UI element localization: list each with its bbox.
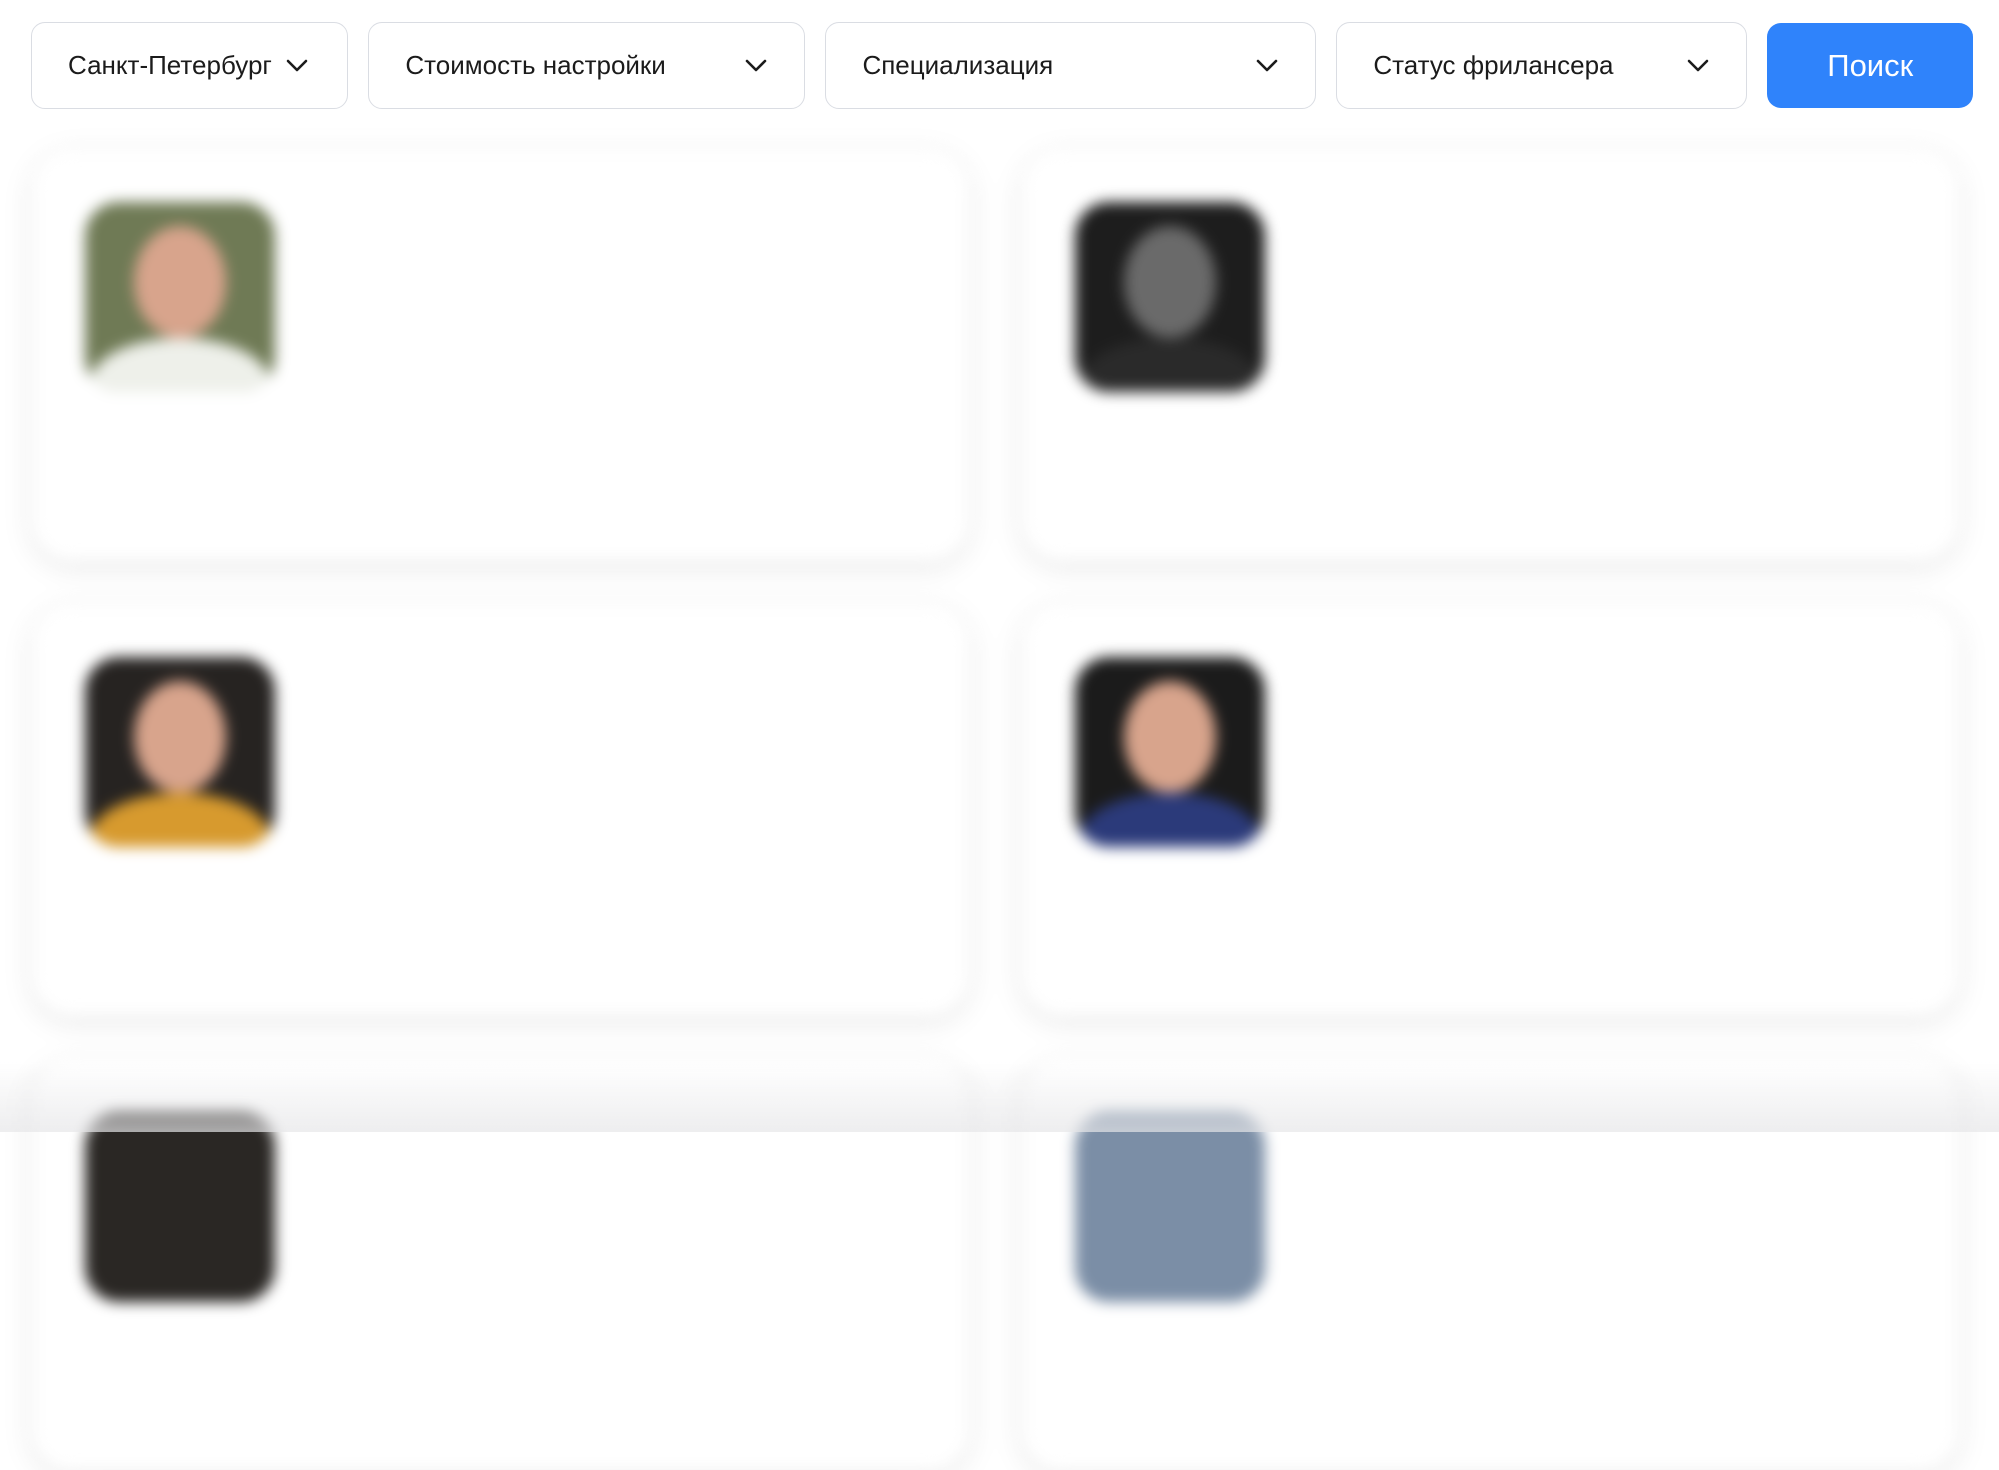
avatar-face [134, 226, 226, 338]
avatar [85, 202, 275, 392]
avatar-face [1124, 226, 1216, 338]
search-button[interactable]: Поиск [1767, 23, 1973, 108]
specialization-dropdown-value: Специализация [862, 50, 1053, 81]
avatar-shoulders [90, 793, 270, 847]
avatar-face [134, 681, 226, 793]
avatar-shoulders [1080, 793, 1260, 847]
filter-bar: Санкт-Петербург Стоимость настройки Спец… [31, 22, 1973, 109]
scroll-fade [0, 1062, 1999, 1132]
avatar [1075, 1112, 1265, 1302]
freelancer-card[interactable] [33, 605, 968, 1015]
avatar-shoulders [1080, 338, 1260, 392]
avatar-shoulders [90, 338, 270, 392]
freelancer-card[interactable] [1023, 605, 1958, 1015]
avatar [85, 657, 275, 847]
avatar [1075, 202, 1265, 392]
cost-dropdown[interactable]: Стоимость настройки [368, 22, 805, 109]
chevron-down-icon [744, 58, 768, 74]
chevron-down-icon [1255, 58, 1279, 74]
specialization-dropdown[interactable]: Специализация [825, 22, 1316, 109]
avatar-face [1124, 681, 1216, 793]
cost-dropdown-value: Стоимость настройки [405, 50, 665, 81]
chevron-down-icon [285, 58, 309, 74]
avatar [85, 1112, 275, 1302]
freelancer-card[interactable] [1023, 150, 1958, 560]
avatar [1075, 657, 1265, 847]
chevron-down-icon [1686, 58, 1710, 74]
city-dropdown-value: Санкт-Петербург [68, 50, 272, 81]
freelancer-card[interactable] [33, 150, 968, 560]
status-dropdown-value: Статус фрилансера [1373, 50, 1613, 81]
city-dropdown[interactable]: Санкт-Петербург [31, 22, 348, 109]
status-dropdown[interactable]: Статус фрилансера [1336, 22, 1747, 109]
